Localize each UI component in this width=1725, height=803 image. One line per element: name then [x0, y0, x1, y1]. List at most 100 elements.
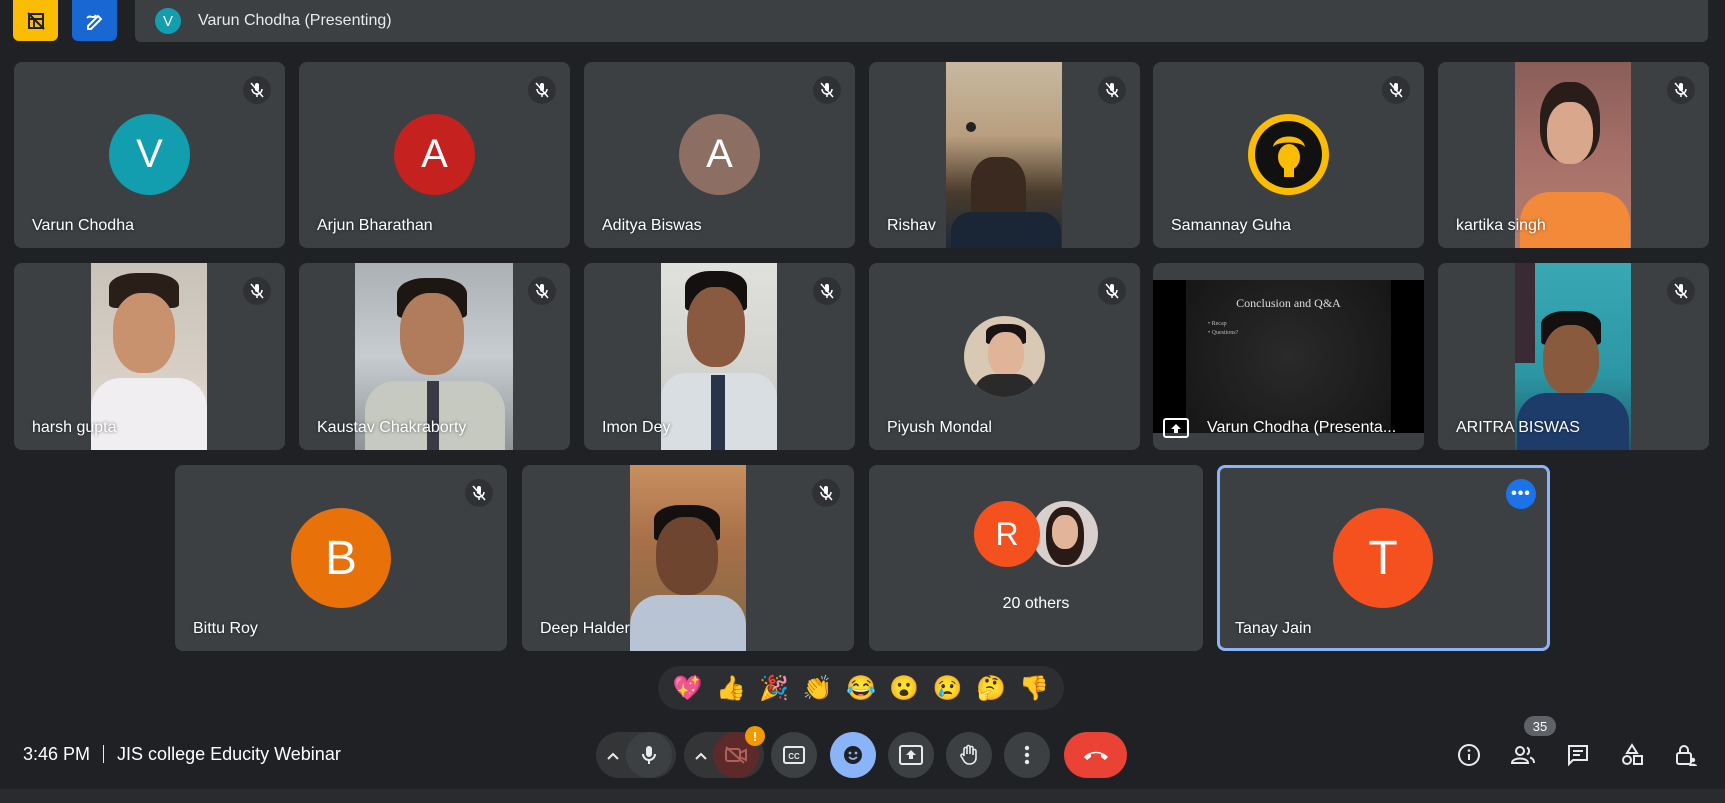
- mic-off-icon: [243, 277, 271, 305]
- reaction-joy[interactable]: 😂: [841, 674, 881, 703]
- participant-tile-imon[interactable]: Imon Dey: [584, 263, 855, 450]
- video-settings-chevron-icon[interactable]: [691, 746, 711, 766]
- activities-button[interactable]: [1612, 735, 1652, 775]
- presentation-tile[interactable]: Conclusion and Q&A • Recap • Questions? …: [1153, 263, 1424, 450]
- participant-tile-bittu[interactable]: B Bittu Roy: [175, 465, 507, 651]
- participant-name: harsh gupta: [32, 419, 117, 436]
- others-tile[interactable]: R 20 others: [869, 465, 1203, 651]
- reaction-surprised[interactable]: 😮: [884, 674, 924, 703]
- participant-tile-samannay[interactable]: Samannay Guha: [1153, 62, 1424, 248]
- lock-person-icon: [1676, 745, 1697, 766]
- more-options-button[interactable]: [1004, 732, 1050, 778]
- mic-off-icon: [813, 76, 841, 104]
- participant-tile-aritra[interactable]: ARITRA BISWAS: [1438, 263, 1709, 450]
- mic-off-icon: [1667, 277, 1695, 305]
- mic-off-icon: [528, 277, 556, 305]
- hide-tiles-icon: [26, 11, 45, 30]
- presenting-banner[interactable]: V Varun Chodha (Presenting): [135, 0, 1708, 42]
- participant-name: Aditya Biswas: [602, 217, 702, 234]
- mic-off-icon: [243, 76, 271, 104]
- reaction-party-popper[interactable]: 🎉: [754, 674, 794, 703]
- warning-badge-icon: !: [745, 726, 765, 746]
- presentation-feed: Conclusion and Q&A • Recap • Questions?: [1153, 280, 1424, 433]
- participant-tile-rishav[interactable]: Rishav: [869, 62, 1140, 248]
- participant-name: Arjun Bharathan: [317, 217, 433, 234]
- bottom-control-bar: 3:46 PM JIS college Educity Webinar ! CC …: [0, 716, 1725, 787]
- meeting-details-button[interactable]: [1449, 735, 1489, 775]
- reaction-clapping[interactable]: 👏: [798, 674, 838, 703]
- participant-name: ARITRA BISWAS: [1456, 419, 1580, 436]
- avatar: V: [109, 114, 190, 195]
- host-controls-button[interactable]: [1666, 735, 1706, 775]
- call-end-icon: [1083, 751, 1108, 760]
- participant-name: Tanay Jain: [1235, 620, 1312, 637]
- mic-off-icon: [1667, 76, 1695, 104]
- mic-toggle-button[interactable]: [626, 732, 672, 778]
- participant-tile-kartika[interactable]: kartika singh: [1438, 62, 1709, 248]
- participant-name: Varun Chodha: [32, 217, 134, 234]
- participant-tile-harsh[interactable]: harsh gupta: [14, 263, 285, 450]
- people-icon: [1510, 746, 1535, 764]
- video-feed: [946, 62, 1062, 248]
- leave-call-button[interactable]: [1064, 732, 1127, 778]
- hide-tiles-button[interactable]: [13, 0, 58, 41]
- mic-off-icon: [1382, 76, 1410, 104]
- participant-tile-piyush[interactable]: Piyush Mondal: [869, 263, 1140, 450]
- participant-name: Deep Halder: [540, 620, 630, 637]
- reaction-thumbs-down[interactable]: 👎: [1014, 674, 1054, 703]
- avatar: R: [974, 501, 1040, 567]
- captions-button[interactable]: CC: [771, 732, 817, 778]
- reaction-crying[interactable]: 😢: [928, 674, 968, 703]
- slide-bullets: • Recap • Questions?: [1208, 320, 1238, 338]
- participant-tile-deep[interactable]: Deep Halder: [522, 465, 854, 651]
- whiteboard-button[interactable]: [72, 0, 117, 41]
- participant-name: kartika singh: [1456, 217, 1546, 234]
- raise-hand-button[interactable]: [946, 732, 992, 778]
- avatar: A: [679, 114, 760, 195]
- clock-time: 3:46 PM: [23, 744, 91, 764]
- mic-off-icon: [465, 479, 493, 507]
- reaction-thumbs-up[interactable]: 👍: [711, 674, 751, 703]
- participant-tile-kaustav[interactable]: Kaustav Chakraborty: [299, 263, 570, 450]
- chat-button[interactable]: [1558, 735, 1598, 775]
- slide-bullet: • Recap: [1208, 321, 1227, 327]
- participant-tile-aditya[interactable]: A Aditya Biswas: [584, 62, 855, 248]
- profile-picture: [964, 316, 1045, 397]
- svg-text:CC: CC: [788, 752, 800, 761]
- video-feed: [630, 465, 746, 651]
- presenting-text: Varun Chodha (Presenting): [198, 12, 392, 29]
- audio-settings-chevron-icon[interactable]: [603, 746, 623, 766]
- bottom-edge-strip: [0, 789, 1725, 803]
- slide-title: Conclusion and Q&A: [1236, 296, 1341, 310]
- whiteboard-icon: [85, 13, 102, 30]
- reactions-button[interactable]: [830, 732, 876, 778]
- participant-name: Rishav: [887, 217, 936, 234]
- mic-off-icon: [1098, 277, 1126, 305]
- hand-icon: [960, 744, 977, 765]
- info-icon: [1458, 744, 1480, 766]
- reaction-sparkling-heart[interactable]: 💖: [668, 674, 708, 703]
- profile-picture: [1248, 114, 1329, 195]
- people-button[interactable]: [1503, 735, 1543, 775]
- reaction-thinking[interactable]: 🤔: [971, 674, 1011, 703]
- camera-toggle-button[interactable]: !: [713, 726, 765, 778]
- present-to-all-icon: [1163, 418, 1189, 438]
- camera-off-icon: [725, 746, 747, 764]
- participant-tile-tanay[interactable]: T ••• Tanay Jain: [1217, 465, 1550, 651]
- participant-tile-varun[interactable]: V Varun Chodha: [14, 62, 285, 248]
- participant-tile-arjun[interactable]: A Arjun Bharathan: [299, 62, 570, 248]
- present-now-button[interactable]: [888, 732, 934, 778]
- presenter-avatar: V: [155, 8, 181, 34]
- participant-name: Samannay Guha: [1171, 217, 1292, 234]
- avatar: T: [1333, 508, 1433, 608]
- participant-name: Kaustav Chakraborty: [317, 419, 467, 436]
- participant-count-badge: 35: [1524, 716, 1556, 736]
- more-options-button[interactable]: •••: [1506, 479, 1536, 509]
- closed-captions-icon: CC: [783, 746, 805, 764]
- divider: [103, 745, 105, 763]
- shapes-icon: [1622, 743, 1643, 765]
- others-count-label: 20 others: [1002, 595, 1070, 612]
- top-bar: V Varun Chodha (Presenting): [0, 0, 1725, 44]
- meeting-title: JIS college Educity Webinar: [117, 744, 341, 764]
- mic-off-icon: [812, 479, 840, 507]
